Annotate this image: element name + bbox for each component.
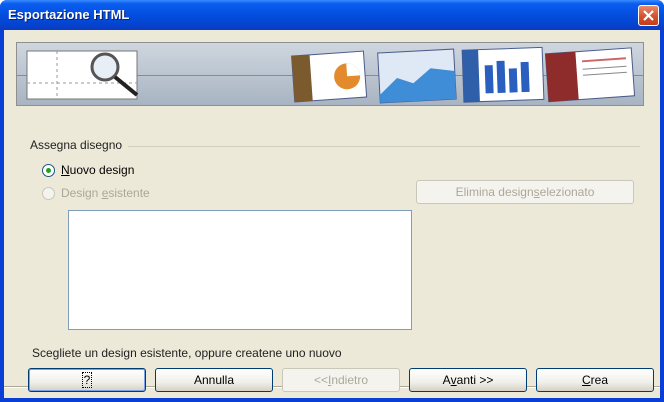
new-design-label: Nuovo design (61, 163, 135, 177)
group-divider (128, 146, 640, 147)
dialog-body: Assegna disegno Nuovo design Design esis… (4, 30, 660, 398)
cancel-button[interactable]: Annulla (155, 368, 273, 392)
wizard-banner-image (16, 42, 644, 106)
back-button[interactable]: << Indietro (282, 368, 400, 392)
banner-illustration (26, 46, 636, 104)
next-button[interactable]: Av anti >> (409, 368, 527, 392)
new-design-radio[interactable] (42, 163, 55, 177)
help-button[interactable]: ? (28, 368, 146, 392)
existing-design-option[interactable]: Design esistente (42, 186, 150, 200)
create-button[interactable]: Crea (536, 368, 654, 392)
window-title: Esportazione HTML (8, 7, 130, 22)
design-list[interactable] (68, 210, 412, 330)
existing-design-radio[interactable] (42, 186, 55, 200)
existing-design-label: Design esistente (61, 186, 150, 200)
group-label: Assegna disegno (30, 138, 123, 152)
dialog-window: Esportazione HTML Assegna disegno Nuovo … (0, 0, 664, 402)
close-button[interactable] (638, 5, 659, 26)
hint-text: Scegliete un design esistente, oppure cr… (32, 346, 342, 360)
close-icon (643, 10, 654, 21)
delete-design-button[interactable]: Elimina design s elezionato (416, 180, 634, 204)
new-design-option[interactable]: Nuovo design (42, 163, 134, 177)
title-bar[interactable]: Esportazione HTML (0, 0, 664, 30)
